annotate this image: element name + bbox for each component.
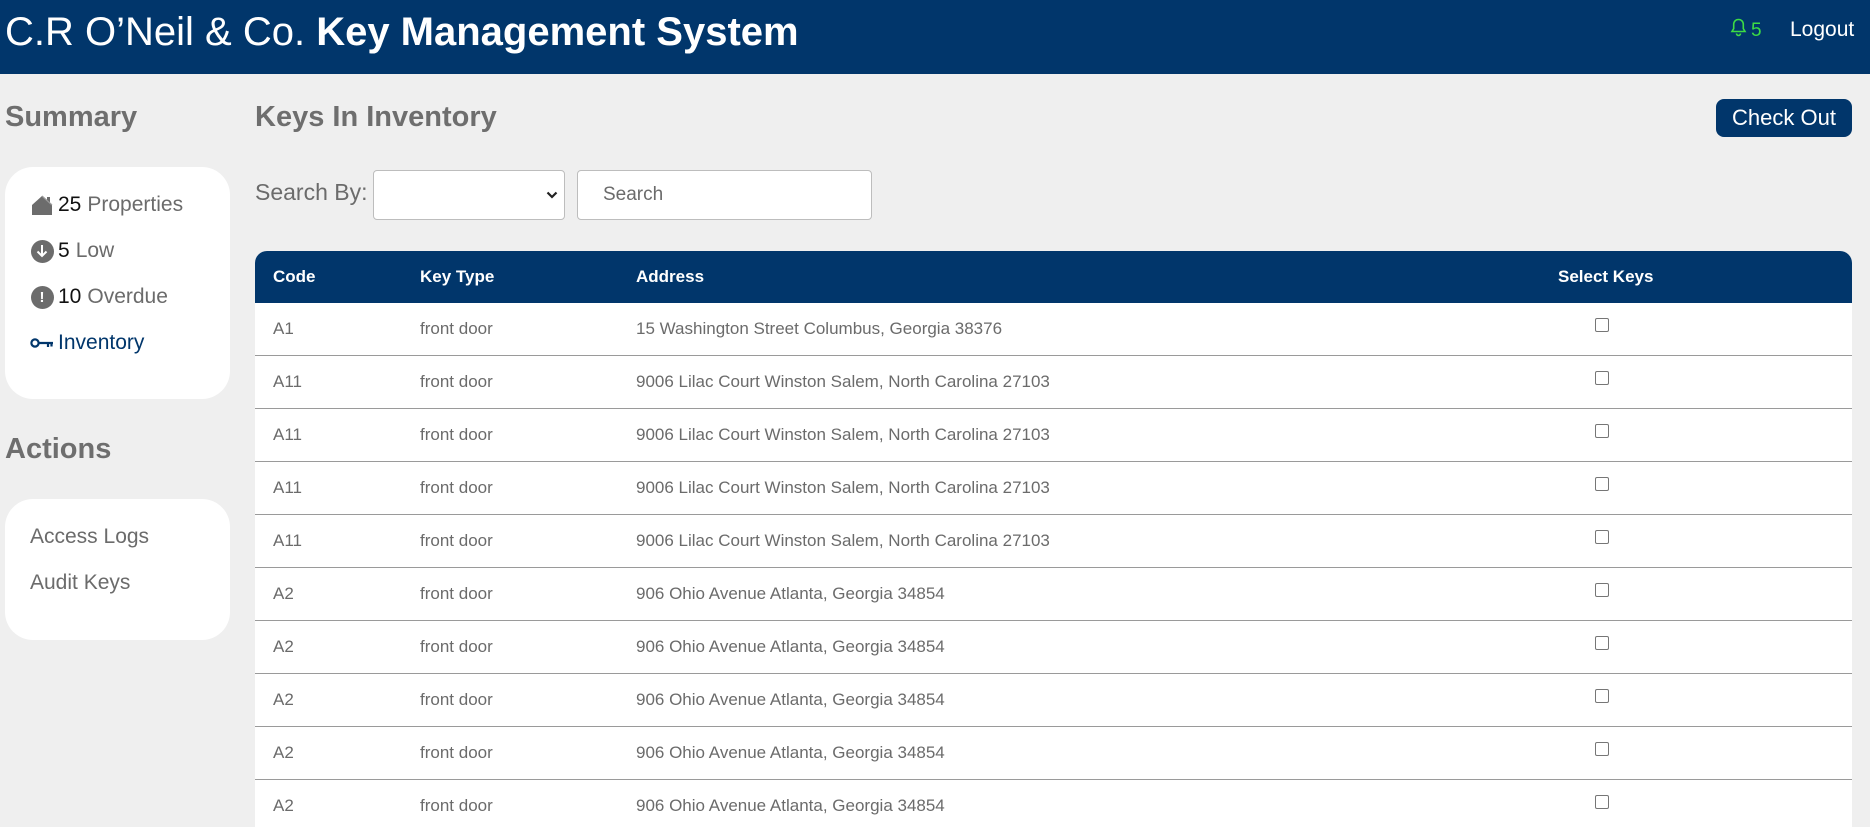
cell-key-type: front door xyxy=(420,425,493,444)
summary-low: 5 Low xyxy=(29,238,114,264)
actions-title: Actions xyxy=(5,433,112,465)
cell-address: 906 Ohio Avenue Atlanta, Georgia 34854 xyxy=(636,743,945,762)
low-label: Low xyxy=(75,239,115,262)
bell-icon xyxy=(1730,18,1747,43)
cell-key-type: front door xyxy=(420,584,493,603)
column-header-address[interactable]: Address xyxy=(636,267,704,287)
cell-address: 906 Ohio Avenue Atlanta, Georgia 34854 xyxy=(636,584,945,603)
cell-code: A11 xyxy=(273,425,302,444)
table-row: A1 front door 15 Washington Street Colum… xyxy=(255,303,1852,356)
cell-key-type: front door xyxy=(420,637,493,656)
audit-keys-link[interactable]: Audit Keys xyxy=(30,571,130,595)
exclamation-circle-icon: ! xyxy=(29,284,55,310)
table-row: A11 front door 9006 Lilac Court Winston … xyxy=(255,356,1852,409)
cell-address: 15 Washington Street Columbus, Georgia 3… xyxy=(636,319,1003,338)
cell-code: A11 xyxy=(273,478,302,497)
cell-address: 906 Ohio Avenue Atlanta, Georgia 34854 xyxy=(636,690,945,709)
cell-address: 9006 Lilac Court Winston Salem, North Ca… xyxy=(636,531,1050,550)
page-title: Keys In Inventory xyxy=(255,101,497,133)
check-out-button[interactable]: Check Out xyxy=(1716,99,1852,137)
search-by-label: Search By: xyxy=(255,179,368,205)
table-row: A2 front door 906 Ohio Avenue Atlanta, G… xyxy=(255,568,1852,621)
overdue-label: Overdue xyxy=(87,285,168,308)
house-icon xyxy=(29,192,55,218)
cell-key-type: front door xyxy=(420,690,493,709)
cell-address: 9006 Lilac Court Winston Salem, North Ca… xyxy=(636,478,1050,497)
cell-address: 9006 Lilac Court Winston Salem, North Ca… xyxy=(636,425,1050,444)
keys-table: Code Key Type Address Select Keys A1 fro… xyxy=(255,251,1852,827)
select-key-checkbox[interactable] xyxy=(1595,689,1609,703)
column-header-code[interactable]: Code xyxy=(273,267,316,287)
low-count: 5 xyxy=(58,239,70,262)
table-row: A2 front door 906 Ohio Avenue Atlanta, G… xyxy=(255,674,1852,727)
access-logs-link[interactable]: Access Logs xyxy=(30,525,149,549)
chevron-down-icon xyxy=(546,188,558,207)
select-key-checkbox[interactable] xyxy=(1595,371,1609,385)
search-input[interactable] xyxy=(577,170,872,220)
cell-key-type: front door xyxy=(420,796,493,815)
table-row: A2 front door 906 Ohio Avenue Atlanta, G… xyxy=(255,780,1852,827)
cell-code: A2 xyxy=(273,637,294,656)
cell-code: A2 xyxy=(273,796,294,815)
top-bar: C.R O’Neil & Co. Key Management System 5… xyxy=(0,0,1870,74)
table-row: A11 front door 9006 Lilac Court Winston … xyxy=(255,409,1852,462)
summary-overdue: ! 10 Overdue xyxy=(29,284,168,310)
select-key-checkbox[interactable] xyxy=(1595,636,1609,650)
summary-title: Summary xyxy=(5,101,138,133)
app-name: Key Management System xyxy=(316,10,799,54)
table-header: Code Key Type Address Select Keys xyxy=(255,251,1852,303)
cell-address: 906 Ohio Avenue Atlanta, Georgia 34854 xyxy=(636,796,945,815)
table-row: A2 front door 906 Ohio Avenue Atlanta, G… xyxy=(255,727,1852,780)
cell-code: A2 xyxy=(273,690,294,709)
cell-key-type: front door xyxy=(420,743,493,762)
key-icon xyxy=(29,330,55,356)
company-name: C.R O’Neil & Co. xyxy=(5,10,306,54)
cell-key-type: front door xyxy=(420,372,493,391)
actions-card: Access Logs Audit Keys xyxy=(5,499,230,640)
select-key-checkbox[interactable] xyxy=(1595,477,1609,491)
cell-code: A2 xyxy=(273,743,294,762)
notifications-button[interactable]: 5 xyxy=(1730,18,1762,43)
select-key-checkbox[interactable] xyxy=(1595,318,1609,332)
select-key-checkbox[interactable] xyxy=(1595,742,1609,756)
arrow-down-circle-icon xyxy=(29,238,55,264)
cell-address: 9006 Lilac Court Winston Salem, North Ca… xyxy=(636,372,1050,391)
column-header-key-type[interactable]: Key Type xyxy=(420,267,494,287)
logout-link[interactable]: Logout xyxy=(1790,18,1854,42)
cell-code: A1 xyxy=(273,319,294,338)
app-title: C.R O’Neil & Co. Key Management System xyxy=(5,8,799,56)
cell-key-type: front door xyxy=(420,478,493,497)
cell-code: A2 xyxy=(273,584,294,603)
table-row: A2 front door 906 Ohio Avenue Atlanta, G… xyxy=(255,621,1852,674)
sidebar-item-inventory[interactable]: Inventory xyxy=(29,330,144,356)
cell-address: 906 Ohio Avenue Atlanta, Georgia 34854 xyxy=(636,637,945,656)
overdue-count: 10 xyxy=(58,285,82,308)
notification-count: 5 xyxy=(1751,19,1762,41)
cell-key-type: front door xyxy=(420,531,493,550)
search-by-select[interactable] xyxy=(373,170,565,220)
properties-label: Properties xyxy=(87,193,184,216)
summary-properties: 25 Properties xyxy=(29,192,183,218)
select-key-checkbox[interactable] xyxy=(1595,424,1609,438)
select-key-checkbox[interactable] xyxy=(1595,530,1609,544)
select-key-checkbox[interactable] xyxy=(1595,795,1609,809)
table-row: A11 front door 9006 Lilac Court Winston … xyxy=(255,462,1852,515)
table-row: A11 front door 9006 Lilac Court Winston … xyxy=(255,515,1852,568)
cell-code: A11 xyxy=(273,531,302,550)
cell-code: A11 xyxy=(273,372,302,391)
select-key-checkbox[interactable] xyxy=(1595,583,1609,597)
properties-count: 25 xyxy=(58,193,82,216)
inventory-label: Inventory xyxy=(58,331,145,354)
cell-key-type: front door xyxy=(420,319,493,338)
summary-card: 25 Properties 5 Low ! 10 Overdue Invento… xyxy=(5,167,230,399)
column-header-select-keys: Select Keys xyxy=(1558,267,1654,286)
